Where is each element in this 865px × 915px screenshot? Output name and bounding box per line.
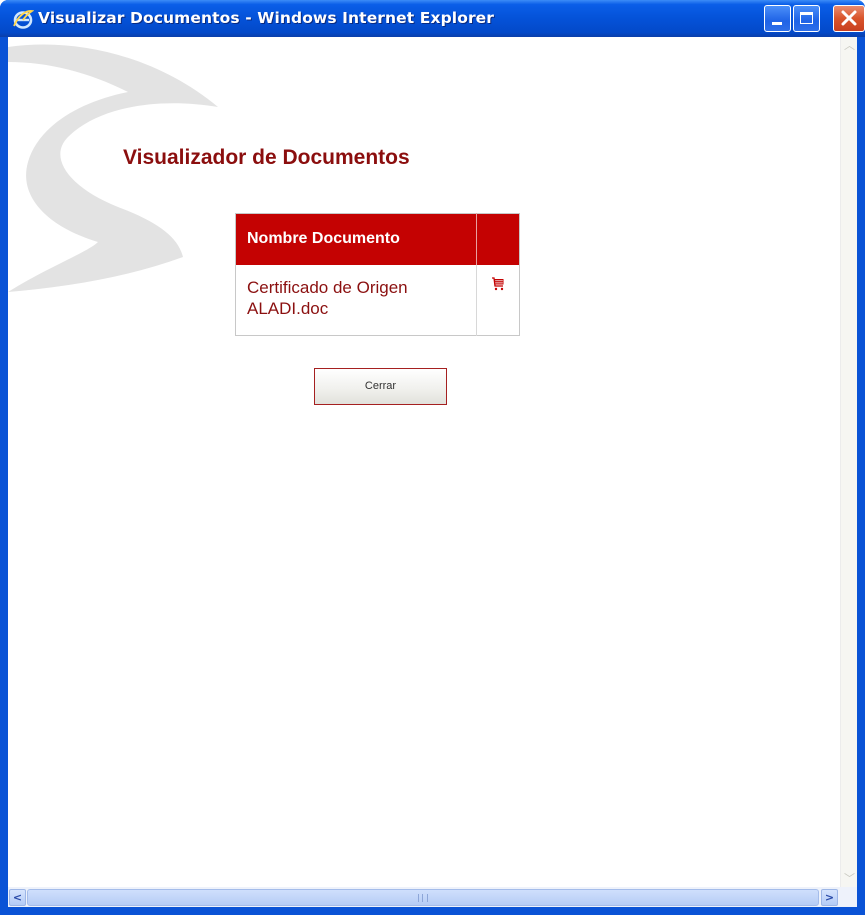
vertical-scrollbar[interactable]: ︿ ﹀ [840, 37, 857, 887]
close-window-button[interactable] [833, 5, 865, 32]
page-viewport: Visualizador de Documentos Nombre Docume… [8, 37, 857, 907]
column-header-document-name: Nombre Documento [235, 213, 477, 265]
scroll-right-icon[interactable]: > [821, 889, 838, 906]
cart-icon[interactable] [491, 276, 505, 295]
column-header-actions [476, 213, 520, 265]
window-frame-bottom [0, 907, 865, 915]
minimize-button[interactable] [764, 5, 791, 32]
horizontal-scroll-thumb[interactable] [27, 889, 819, 906]
table-header-row: Nombre Documento [235, 213, 520, 265]
horizontal-scrollbar[interactable]: < > [8, 887, 857, 907]
window-title: Visualizar Documentos - Windows Internet… [38, 9, 495, 27]
page-title: Visualizador de Documentos [123, 146, 410, 169]
documents-table: Nombre Documento Certificado de Origen A… [235, 213, 520, 336]
table-row: Certificado de Origen ALADI.doc [235, 264, 520, 336]
document-action-cell[interactable] [477, 265, 520, 336]
document-name-cell[interactable]: Certificado de Origen ALADI.doc [235, 264, 477, 336]
minimize-icon [772, 22, 782, 25]
close-icon [840, 9, 858, 31]
maximize-icon [800, 12, 813, 24]
close-button[interactable]: Cerrar [314, 368, 447, 405]
scroll-grip-icon [418, 894, 428, 902]
scroll-up-icon[interactable]: ︿ [841, 37, 858, 54]
browser-window: Visualizar Documentos - Windows Internet… [0, 0, 865, 915]
scroll-down-icon[interactable]: ﹀ [841, 870, 858, 887]
maximize-button[interactable] [793, 5, 820, 32]
ie-logo-icon [12, 8, 35, 30]
scroll-left-icon[interactable]: < [9, 889, 26, 906]
title-bar[interactable]: Visualizar Documentos - Windows Internet… [0, 0, 865, 37]
